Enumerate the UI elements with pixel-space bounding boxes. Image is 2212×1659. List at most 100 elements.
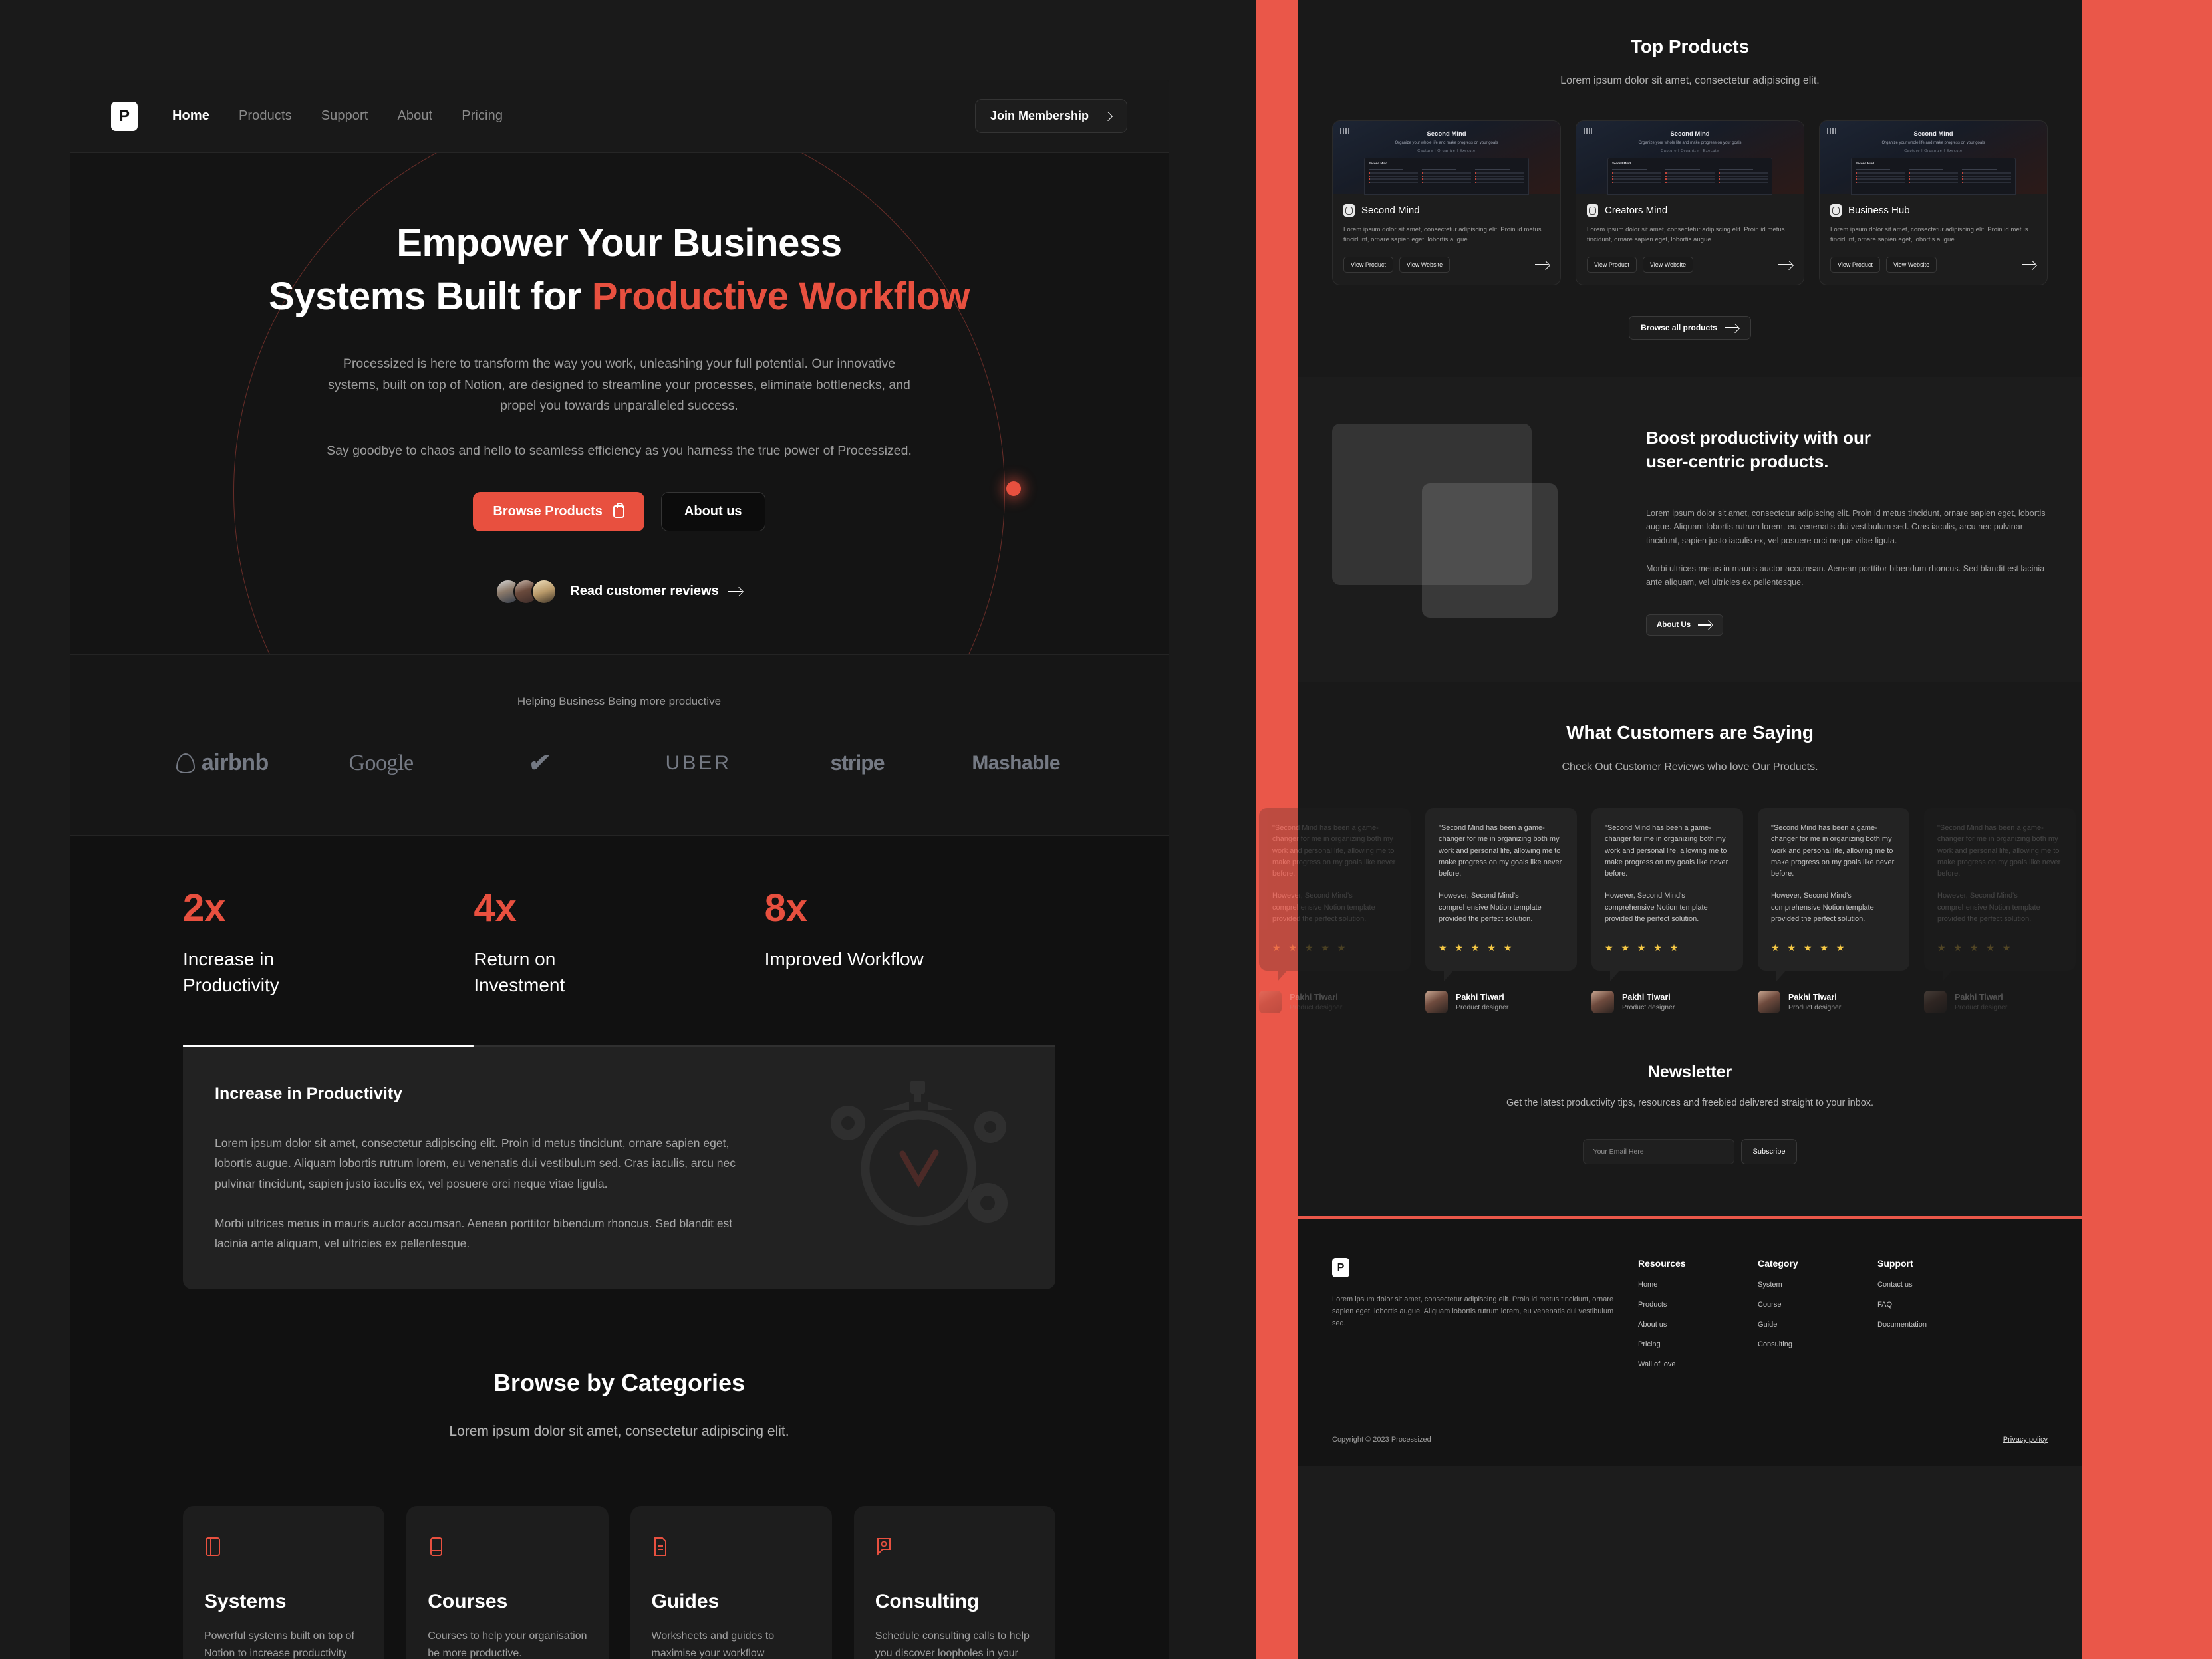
thumb-brand-icon	[1827, 128, 1836, 134]
nav-links: Home Products Support About Pricing	[172, 108, 503, 124]
about-us-button[interactable]: About us	[660, 491, 765, 531]
footer-link[interactable]: Course	[1758, 1301, 1858, 1309]
rating-stars: ★ ★ ★ ★ ★	[1605, 942, 1681, 954]
footer-link[interactable]: Consulting	[1758, 1340, 1858, 1348]
subscribe-button[interactable]: Subscribe	[1740, 1139, 1798, 1165]
categories-section: Browse by Categories Lorem ipsum dolor s…	[70, 1289, 1169, 1659]
view-website-button[interactable]: View Website	[1642, 257, 1694, 273]
footer-logo[interactable]: P	[1332, 1258, 1349, 1278]
nav-item-about[interactable]: About	[397, 108, 432, 124]
footer-link[interactable]: FAQ	[1877, 1301, 1977, 1309]
hero-section: Empower Your Business Systems Built for …	[70, 153, 1169, 654]
join-membership-button[interactable]: Join Membership	[974, 99, 1127, 133]
nav-item-support[interactable]: Support	[321, 108, 368, 124]
nav-item-home[interactable]: Home	[172, 108, 209, 124]
read-reviews-row[interactable]: Read customer reviews	[70, 578, 1169, 604]
view-website-button[interactable]: View Website	[1399, 257, 1451, 273]
testimonial-card[interactable]: "Second Mind has been a game-changer for…	[1259, 807, 1411, 1014]
footer-link[interactable]: Documentation	[1877, 1321, 1977, 1329]
category-name: Systems	[204, 1590, 287, 1612]
category-card-guides[interactable]: Guides Worksheets and guides to maximise…	[630, 1505, 832, 1659]
arrow-right-icon	[1097, 112, 1112, 120]
product-card-second-mind[interactable]: Second Mind Organize your whole life and…	[1332, 120, 1561, 286]
footer-link[interactable]: System	[1758, 1281, 1858, 1289]
stat-item: 8x Improved Workflow	[765, 889, 1055, 998]
nav-item-pricing[interactable]: Pricing	[462, 108, 503, 124]
arrow-right-icon[interactable]	[1778, 261, 1793, 269]
top-products-heading: Top Products	[1630, 36, 1750, 57]
hero-heading-line2: Systems Built for Productive Workflow	[268, 275, 970, 319]
hero-content: Empower Your Business Systems Built for …	[70, 153, 1169, 604]
browse-products-button[interactable]: Browse Products	[473, 491, 644, 531]
view-product-button[interactable]: View Product	[1343, 257, 1393, 273]
footer-link[interactable]: Guide	[1758, 1321, 1858, 1329]
category-card-courses[interactable]: Courses Courses to help your organisatio…	[406, 1505, 609, 1659]
arrow-right-icon[interactable]	[1535, 261, 1550, 269]
footer-link[interactable]: About us	[1638, 1321, 1738, 1329]
view-product-button[interactable]: View Product	[1830, 257, 1880, 273]
thumb-screenshot-title: Second Mind	[1611, 162, 1631, 165]
thumb-nav: Capture | Organize | Execute	[1904, 149, 1963, 153]
brand-logo[interactable]: P	[111, 101, 138, 131]
left-page-frame: P Home Products Support About Pricing Jo…	[70, 80, 1169, 1659]
stat-value: 4x	[474, 886, 517, 930]
testimonial-card[interactable]: "Second Mind has been a game-changer for…	[1758, 807, 1909, 1014]
product-card-business-hub[interactable]: Second Mind Organize your whole life and…	[1819, 120, 2048, 286]
logo-mashable: Mashable	[972, 751, 1061, 774]
category-desc: Courses to help your organisation be mor…	[428, 1630, 587, 1659]
right-page-panel: Top Products Lorem ipsum dolor sit amet,…	[1256, 0, 2212, 1659]
categories-row: Systems Powerful systems built on top of…	[70, 1505, 1169, 1659]
footer-column-title: Support	[1877, 1258, 1913, 1269]
testimonial-role: Product designer	[1456, 1003, 1509, 1012]
view-website-button[interactable]: View Website	[1885, 257, 1937, 273]
newsletter-subheading: Get the latest productivity tips, resour…	[1506, 1098, 1874, 1109]
testimonial-card[interactable]: "Second Mind has been a game-changer for…	[1425, 807, 1577, 1014]
footer-link[interactable]: Home	[1638, 1281, 1738, 1289]
privacy-policy-link[interactable]: Privacy policy	[2003, 1436, 2048, 1444]
email-input[interactable]	[1582, 1139, 1734, 1165]
newsletter-heading: Newsletter	[1647, 1063, 1732, 1082]
read-reviews-link[interactable]: Read customer reviews	[570, 584, 742, 599]
testimonials-carousel[interactable]: "Second Mind has been a game-changer for…	[1259, 807, 2082, 1014]
testimonial-quote-1: "Second Mind has been a game-changer for…	[1771, 823, 1895, 878]
category-name: Guides	[651, 1590, 720, 1612]
thumb-screenshot-title: Second Mind	[1855, 162, 1874, 165]
nav-item-products[interactable]: Products	[239, 108, 292, 124]
info-card-paragraph-1: Lorem ipsum dolor sit amet, consectetur …	[215, 1136, 736, 1190]
rating-stars: ★ ★ ★ ★ ★	[1771, 942, 1848, 954]
footer-column-title: Resources	[1638, 1258, 1686, 1269]
category-desc: Schedule consulting calls to help you di…	[875, 1630, 1030, 1659]
arrow-right-icon[interactable]	[2022, 261, 2036, 269]
footer-link[interactable]: Products	[1638, 1301, 1738, 1309]
footer-link[interactable]: Pricing	[1638, 1340, 1738, 1348]
newsletter-section: Newsletter Get the latest productivity t…	[1298, 1013, 2082, 1220]
page-canvas: P Home Products Support About Pricing Jo…	[0, 0, 2212, 1659]
view-product-button[interactable]: View Product	[1587, 257, 1637, 273]
hero-paragraph: Processized is here to transform the way…	[328, 356, 910, 414]
arrow-right-icon	[728, 588, 743, 596]
testimonial-quote-2: However, Second Mind's comprehensive Not…	[1272, 892, 1375, 923]
browse-all-products-button[interactable]: Browse all products	[1629, 316, 1751, 340]
category-card-consulting[interactable]: Consulting Schedule consulting calls to …	[853, 1505, 1055, 1659]
avatar	[1591, 991, 1614, 1014]
testimonial-card[interactable]: "Second Mind has been a game-changer for…	[1591, 807, 1743, 1014]
footer-link[interactable]: Contact us	[1877, 1281, 1977, 1289]
product-thumbnail: Second Mind Organize your whole life and…	[1576, 121, 1804, 195]
testimonial-quote-1: "Second Mind has been a game-changer for…	[1272, 823, 1396, 878]
footer-link[interactable]: Wall of love	[1638, 1360, 1738, 1368]
category-desc: Worksheets and guides to maximise your w…	[651, 1630, 775, 1659]
testimonial-quote-2: However, Second Mind's comprehensive Not…	[1605, 892, 1708, 923]
productivity-info-card: Increase in Productivity Lorem ipsum dol…	[183, 1047, 1055, 1289]
boost-about-us-button[interactable]: About Us	[1646, 614, 1724, 636]
boost-heading-line2: user-centric products.	[1646, 451, 1829, 471]
stat-item: 4x Return on Investment	[474, 889, 764, 998]
testimonial-card[interactable]: "Second Mind has been a game-changer for…	[1924, 807, 2076, 1014]
category-desc: Powerful systems built on top of Notion …	[204, 1630, 354, 1659]
product-card-creators-mind[interactable]: Second Mind Organize your whole life and…	[1576, 120, 1804, 286]
footer-brand: P Lorem ipsum dolor sit amet, consectetu…	[1332, 1258, 1618, 1368]
hero-heading-line1: Empower Your Business	[396, 221, 842, 265]
stat-value: 8x	[764, 886, 808, 930]
boost-heading-line1: Boost productivity with our	[1646, 428, 1871, 448]
categories-subheading: Lorem ipsum dolor sit amet, consectetur …	[449, 1423, 789, 1439]
category-card-systems[interactable]: Systems Powerful systems built on top of…	[183, 1505, 385, 1659]
